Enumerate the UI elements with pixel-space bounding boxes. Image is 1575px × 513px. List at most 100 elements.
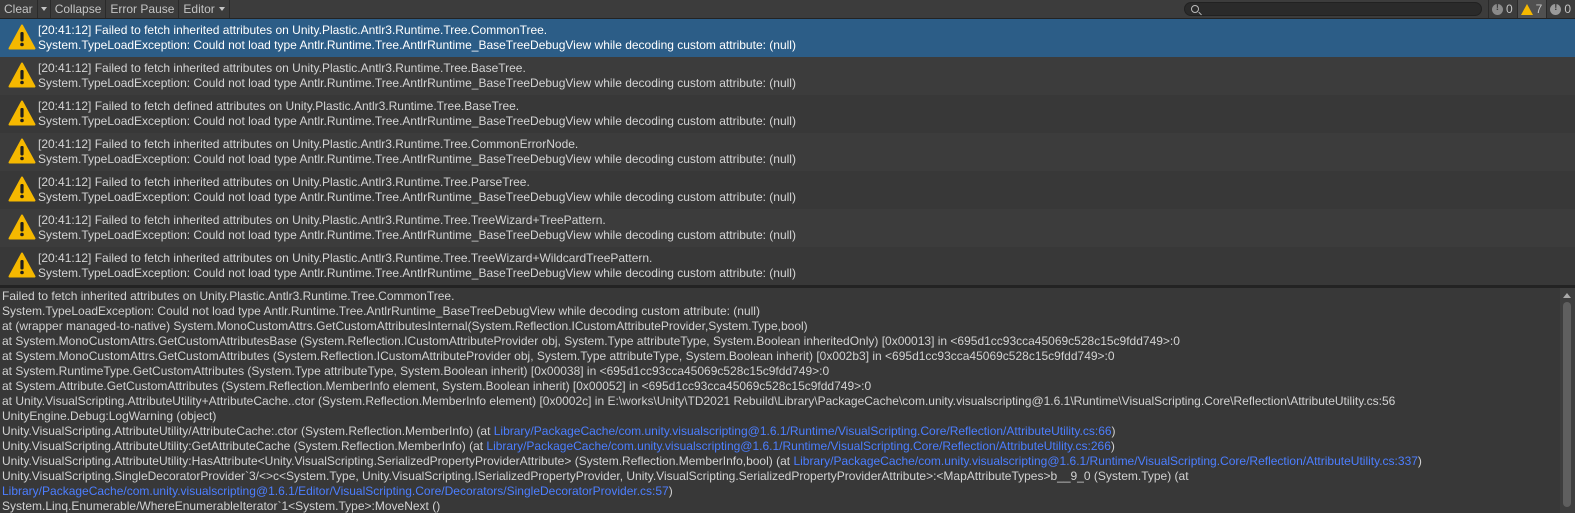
log-entry-text: [20:41:12] Failed to fetch defined attri… <box>38 99 796 129</box>
log-list: [20:41:12] Failed to fetch inherited att… <box>0 19 1575 285</box>
stack-trace-line: Unity.VisualScripting.AttributeUtility:H… <box>2 454 1560 469</box>
error-filter-toggle[interactable]: 0 <box>1546 0 1575 18</box>
log-entry-message: [20:41:12] Failed to fetch inherited att… <box>38 23 548 37</box>
chevron-down-icon <box>40 7 47 11</box>
stack-trace-text: at System.MonoCustomAttrs.GetCustomAttri… <box>2 334 1180 348</box>
clear-button[interactable]: Clear <box>0 0 38 18</box>
editor-dropdown[interactable]: Editor <box>179 0 230 18</box>
log-entry-text: [20:41:12] Failed to fetch inherited att… <box>38 137 796 167</box>
log-entry-exception: System.TypeLoadException: Could not load… <box>38 76 796 90</box>
stack-trace-text: System.Linq.Enumerable/WhereEnumerableIt… <box>2 499 441 513</box>
log-entry-exception: System.TypeLoadException: Could not load… <box>38 190 796 204</box>
console-toolbar: Clear Collapse Error Pause Editor 0 7 0 <box>0 0 1575 19</box>
warning-icon <box>0 133 38 171</box>
log-detail-panel: Failed to fetch inherited attributes on … <box>0 288 1560 513</box>
stack-trace-line: System.Linq.Enumerable/WhereEnumerableIt… <box>2 499 1560 513</box>
source-file-link[interactable]: Library/PackageCache/com.unity.visualscr… <box>2 484 669 498</box>
scrollbar-thumb[interactable] <box>1563 302 1571 507</box>
stack-trace-text: Unity.VisualScripting.AttributeUtility:H… <box>2 454 794 468</box>
stack-trace-suffix: ) <box>1111 424 1116 438</box>
stack-trace-line: Library/PackageCache/com.unity.visualscr… <box>2 484 1560 499</box>
stack-trace-text: at System.MonoCustomAttrs.GetCustomAttri… <box>2 349 1115 363</box>
stack-trace-suffix: ) <box>1417 454 1422 468</box>
log-entry-message: [20:41:12] Failed to fetch inherited att… <box>38 251 653 265</box>
log-entry[interactable]: [20:41:12] Failed to fetch inherited att… <box>0 19 1575 57</box>
stack-trace-line: UnityEngine.Debug:LogWarning (object) <box>2 409 1560 424</box>
log-entry-exception: System.TypeLoadException: Could not load… <box>38 114 796 128</box>
stack-trace-suffix: ) <box>1110 439 1115 453</box>
log-entry[interactable]: [20:41:12] Failed to fetch inherited att… <box>0 171 1575 209</box>
stack-trace-line: at Unity.VisualScripting.AttributeUtilit… <box>2 394 1560 409</box>
stack-trace-line: Unity.VisualScripting.SingleDecoratorPro… <box>2 469 1560 484</box>
stack-trace-text: Unity.VisualScripting.AttributeUtility:G… <box>2 439 487 453</box>
stack-trace-text: at (wrapper managed-to-native) System.Mo… <box>2 319 808 333</box>
warning-icon <box>0 57 38 95</box>
log-entry[interactable]: [20:41:12] Failed to fetch defined attri… <box>0 95 1575 133</box>
stack-trace-text: UnityEngine.Debug:LogWarning (object) <box>2 409 217 423</box>
collapse-toggle[interactable]: Collapse <box>51 0 107 18</box>
warning-icon <box>0 171 38 209</box>
source-file-link[interactable]: Library/PackageCache/com.unity.visualscr… <box>793 454 1417 468</box>
stack-trace-line: at (wrapper managed-to-native) System.Mo… <box>2 319 1560 334</box>
log-entry-exception: System.TypeLoadException: Could not load… <box>38 228 796 242</box>
stack-trace-line: at System.Attribute.GetCustomAttributes … <box>2 379 1560 394</box>
stack-trace-text: at Unity.VisualScripting.AttributeUtilit… <box>2 394 1396 408</box>
clear-button-label: Clear <box>4 2 33 16</box>
stack-trace-text: Unity.VisualScripting.AttributeUtility/A… <box>2 424 494 438</box>
stack-trace-line: System.TypeLoadException: Could not load… <box>2 304 1560 319</box>
log-entry-text: [20:41:12] Failed to fetch inherited att… <box>38 61 796 91</box>
log-entry-text: [20:41:12] Failed to fetch inherited att… <box>38 175 796 205</box>
warning-icon <box>1520 3 1533 15</box>
log-entry-text: [20:41:12] Failed to fetch inherited att… <box>38 23 796 53</box>
error-icon <box>1550 2 1562 15</box>
stack-trace-suffix: ) <box>668 484 673 498</box>
log-entry-message: [20:41:12] Failed to fetch inherited att… <box>38 175 530 189</box>
info-filter-toggle[interactable]: 0 <box>1487 0 1517 18</box>
stack-trace-line: at System.MonoCustomAttrs.GetCustomAttri… <box>2 334 1560 349</box>
scroll-up-icon[interactable] <box>1563 293 1571 298</box>
stack-trace-line: at System.MonoCustomAttrs.GetCustomAttri… <box>2 349 1560 364</box>
editor-dropdown-label: Editor <box>183 2 215 16</box>
log-entry-message: [20:41:12] Failed to fetch defined attri… <box>38 99 520 113</box>
stack-trace-text: System.TypeLoadException: Could not load… <box>2 304 760 318</box>
clear-options-dropdown[interactable] <box>38 0 51 18</box>
warning-icon <box>0 95 38 133</box>
log-entry[interactable]: [20:41:12] Failed to fetch inherited att… <box>0 247 1575 285</box>
error-count: 0 <box>1564 2 1571 16</box>
info-count: 0 <box>1505 2 1513 16</box>
stack-trace-line: at System.RuntimeType.GetCustomAttribute… <box>2 364 1560 379</box>
warning-icon <box>0 209 38 247</box>
source-file-link[interactable]: Library/PackageCache/com.unity.visualscr… <box>486 439 1110 453</box>
warning-filter-toggle[interactable]: 7 <box>1516 0 1547 18</box>
stack-trace-text: at System.Attribute.GetCustomAttributes … <box>2 379 872 393</box>
stack-trace-line: Failed to fetch inherited attributes on … <box>2 289 1560 304</box>
log-entry-exception: System.TypeLoadException: Could not load… <box>38 266 796 280</box>
stack-trace-text: Unity.VisualScripting.SingleDecoratorPro… <box>2 469 1189 483</box>
log-entry[interactable]: [20:41:12] Failed to fetch inherited att… <box>0 209 1575 247</box>
log-entry-message: [20:41:12] Failed to fetch inherited att… <box>38 213 606 227</box>
chevron-down-icon <box>218 7 225 11</box>
log-entry[interactable]: [20:41:12] Failed to fetch inherited att… <box>0 57 1575 95</box>
log-entry-exception: System.TypeLoadException: Could not load… <box>38 152 796 166</box>
error-pause-label: Error Pause <box>110 2 175 16</box>
collapse-label: Collapse <box>54 2 102 16</box>
info-icon <box>1491 2 1503 15</box>
log-entry-message: [20:41:12] Failed to fetch inherited att… <box>38 137 579 151</box>
stack-trace-text: at System.RuntimeType.GetCustomAttribute… <box>2 364 830 378</box>
search-field[interactable] <box>1183 2 1482 16</box>
detail-scrollbar[interactable] <box>1560 288 1575 513</box>
search-icon <box>1190 5 1199 13</box>
log-entry[interactable]: [20:41:12] Failed to fetch inherited att… <box>0 133 1575 171</box>
log-entry-message: [20:41:12] Failed to fetch inherited att… <box>38 61 526 75</box>
warning-icon <box>0 247 38 285</box>
stack-trace-line: Unity.VisualScripting.AttributeUtility:G… <box>2 439 1560 454</box>
warning-icon <box>0 19 38 57</box>
log-entry-text: [20:41:12] Failed to fetch inherited att… <box>38 213 796 243</box>
stack-trace-line: Unity.VisualScripting.AttributeUtility/A… <box>2 424 1560 439</box>
source-file-link[interactable]: Library/PackageCache/com.unity.visualscr… <box>494 424 1112 438</box>
stack-trace-text: Failed to fetch inherited attributes on … <box>2 289 455 303</box>
warning-count: 7 <box>1535 2 1543 16</box>
log-entry-exception: System.TypeLoadException: Could not load… <box>38 38 796 52</box>
log-entry-text: [20:41:12] Failed to fetch inherited att… <box>38 251 796 281</box>
error-pause-toggle[interactable]: Error Pause <box>106 0 180 18</box>
